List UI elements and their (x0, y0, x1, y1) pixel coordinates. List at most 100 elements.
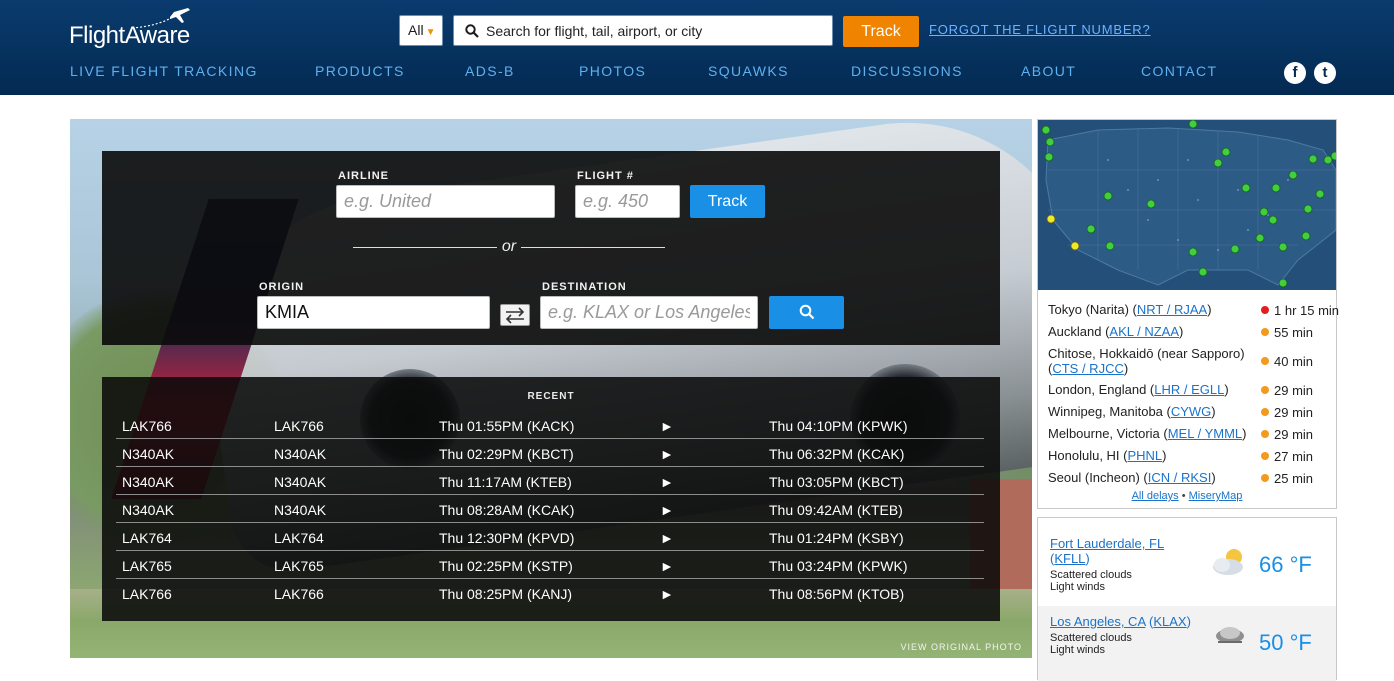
delay-duration: 27 min (1274, 449, 1314, 464)
plane-logo-icon (131, 8, 190, 29)
recent-row[interactable]: LAK765 LAK765 Thu 02:25PM (KSTP) ► Thu 0… (116, 551, 984, 579)
weather-wind: Light winds (1050, 581, 1106, 593)
delay-airport-link[interactable]: PHNL (1127, 448, 1162, 463)
view-original-photo-link[interactable]: VIEW ORIGINAL PHOTO (900, 642, 1022, 652)
recent-ident[interactable]: N340AK (122, 474, 174, 490)
recent-row[interactable]: LAK764 LAK764 Thu 12:30PM (KPVD) ► Thu 0… (116, 523, 984, 551)
airline-input[interactable] (336, 185, 555, 218)
delay-airport-link[interactable]: AKL / NZAA (1109, 324, 1179, 339)
arrow-right-icon: ► (660, 558, 674, 574)
delay-city: Auckland ( (1048, 324, 1110, 339)
nav-live-flight-tracking[interactable]: LIVE FLIGHT TRACKING (70, 63, 258, 79)
recent-registration[interactable]: LAK766 (274, 418, 324, 434)
delay-airport-link[interactable]: LHR / EGLL (1154, 382, 1224, 397)
recent-arrival: Thu 08:56PM (KTOB) (769, 586, 905, 602)
recent-row[interactable]: LAK766 LAK766 Thu 08:25PM (KANJ) ► Thu 0… (116, 579, 984, 607)
delay-city: Tokyo (Narita) ( (1048, 302, 1137, 317)
delay-airport-link[interactable]: CTS / RJCC (1052, 361, 1124, 376)
weather-condition: Scattered clouds (1050, 632, 1132, 644)
search-scope-select[interactable]: All ▼ (399, 15, 443, 46)
recent-arrival: Thu 06:32PM (KCAK) (769, 446, 905, 462)
track-button[interactable]: Track (843, 16, 919, 47)
flight-search-input[interactable] (486, 16, 826, 45)
arrow-right-icon: ► (660, 586, 674, 602)
scope-value: All (408, 22, 424, 38)
delay-links: All delays • MiseryMap (1038, 490, 1336, 502)
weather-airport-link[interactable]: KLAX (1153, 614, 1186, 629)
delay-duration: 29 min (1274, 383, 1314, 398)
recent-ident[interactable]: N340AK (122, 502, 174, 518)
nav-photos[interactable]: PHOTOS (579, 63, 646, 79)
airline-label: AIRLINE (338, 170, 389, 182)
flight-number-label: FLIGHT # (577, 170, 634, 182)
facebook-icon[interactable]: f (1284, 62, 1306, 84)
delay-status-dot (1261, 328, 1269, 336)
delay-airport-link[interactable]: ICN / RKSI (1148, 470, 1212, 485)
partly-cloudy-night-icon (1216, 627, 1244, 643)
delay-duration: 29 min (1274, 427, 1314, 442)
recent-departure: Thu 01:55PM (KACK) (439, 418, 575, 434)
delay-airport-link[interactable]: MEL / YMML (1168, 426, 1242, 441)
recent-row[interactable]: N340AK N340AK Thu 02:29PM (KBCT) ► Thu 0… (116, 439, 984, 467)
route-search-button[interactable] (769, 296, 844, 329)
swap-arrows-icon (505, 307, 525, 324)
weather-airport-link[interactable]: KFLL (1054, 551, 1085, 566)
arrow-right-icon: ► (660, 530, 674, 546)
recent-registration[interactable]: LAK764 (274, 530, 324, 546)
recent-row[interactable]: N340AK N340AK Thu 08:28AM (KCAK) ► Thu 0… (116, 495, 984, 523)
swap-origin-destination-button[interactable] (500, 304, 530, 326)
all-delays-link[interactable]: All delays (1132, 490, 1179, 502)
divider (521, 247, 665, 248)
delay-duration: 1 hr 15 min (1274, 303, 1340, 318)
delay-duration: 25 min (1274, 471, 1314, 486)
recent-registration[interactable]: LAK765 (274, 558, 324, 574)
weather-city: Fort Lauderdale, FL (KFLL) (1050, 536, 1165, 566)
nav-squawks[interactable]: SQUAWKS (708, 63, 789, 79)
weather-city-link[interactable]: Los Angeles, CA (1050, 614, 1145, 629)
weather-item: Fort Lauderdale, FL (KFLL) Scattered clo… (1038, 528, 1336, 604)
flight-search-box[interactable] (453, 15, 833, 46)
recent-row[interactable]: LAK766 LAK766 Thu 01:55PM (KACK) ► Thu 0… (116, 411, 984, 439)
misery-map-link[interactable]: MiseryMap (1189, 490, 1243, 502)
nav-about[interactable]: ABOUT (1021, 63, 1076, 79)
delay-city-end: ) (1123, 361, 1129, 376)
nav-contact[interactable]: CONTACT (1141, 63, 1217, 79)
delay-status-dot (1261, 357, 1269, 365)
delay-airport-link[interactable]: NRT / RJAA (1137, 302, 1207, 317)
delay-city-end: ) (1224, 382, 1229, 397)
hero-photo: AIRLINE FLIGHT # Track or ORIGIN DESTINA… (70, 119, 1032, 658)
delay-map[interactable] (1038, 120, 1336, 290)
recent-ident[interactable]: LAK766 (122, 418, 172, 434)
twitter-icon[interactable]: t (1314, 62, 1336, 84)
weather-wind: Light winds (1050, 644, 1106, 656)
recent-ident[interactable]: LAK766 (122, 586, 172, 602)
delay-city: Winnipeg, Manitoba ( (1048, 404, 1171, 419)
nav-ads-b[interactable]: ADS-B (465, 63, 515, 79)
recent-departure: Thu 02:29PM (KBCT) (439, 446, 574, 462)
flight-number-input[interactable] (575, 185, 680, 218)
nav-discussions[interactable]: DISCUSSIONS (851, 63, 963, 79)
delay-airport-link[interactable]: CYWG (1171, 404, 1211, 419)
recent-registration[interactable]: LAK766 (274, 586, 324, 602)
delay-city-end: ) (1207, 302, 1212, 317)
recent-registration[interactable]: N340AK (274, 502, 326, 518)
recent-row[interactable]: N340AK N340AK Thu 11:17AM (KTEB) ► Thu 0… (116, 467, 984, 495)
recent-ident[interactable]: LAK765 (122, 558, 172, 574)
nav-products[interactable]: PRODUCTS (315, 63, 405, 79)
weather-city-link[interactable]: Fort Lauderdale, FL (1050, 536, 1164, 551)
recent-ident[interactable]: LAK764 (122, 530, 172, 546)
destination-input[interactable] (540, 296, 758, 329)
origin-input[interactable] (257, 296, 490, 329)
recent-arrival: Thu 01:24PM (KSBY) (769, 530, 904, 546)
track-flight-button[interactable]: Track (690, 185, 765, 218)
forgot-flight-number-link[interactable]: FORGOT THE FLIGHT NUMBER? (929, 22, 1151, 37)
delay-status-dot (1261, 306, 1269, 314)
recent-departure: Thu 08:28AM (KCAK) (439, 502, 575, 518)
delay-city: London, England ( (1048, 382, 1155, 397)
recent-registration[interactable]: N340AK (274, 446, 326, 462)
recent-ident[interactable]: N340AK (122, 446, 174, 462)
recent-registration[interactable]: N340AK (274, 474, 326, 490)
recent-departure: Thu 02:25PM (KSTP) (439, 558, 573, 574)
partly-cloudy-icon (1213, 549, 1243, 575)
delay-item: Chitose, Hokkaidō (near Sapporo) (CTS / … (1048, 346, 1258, 376)
